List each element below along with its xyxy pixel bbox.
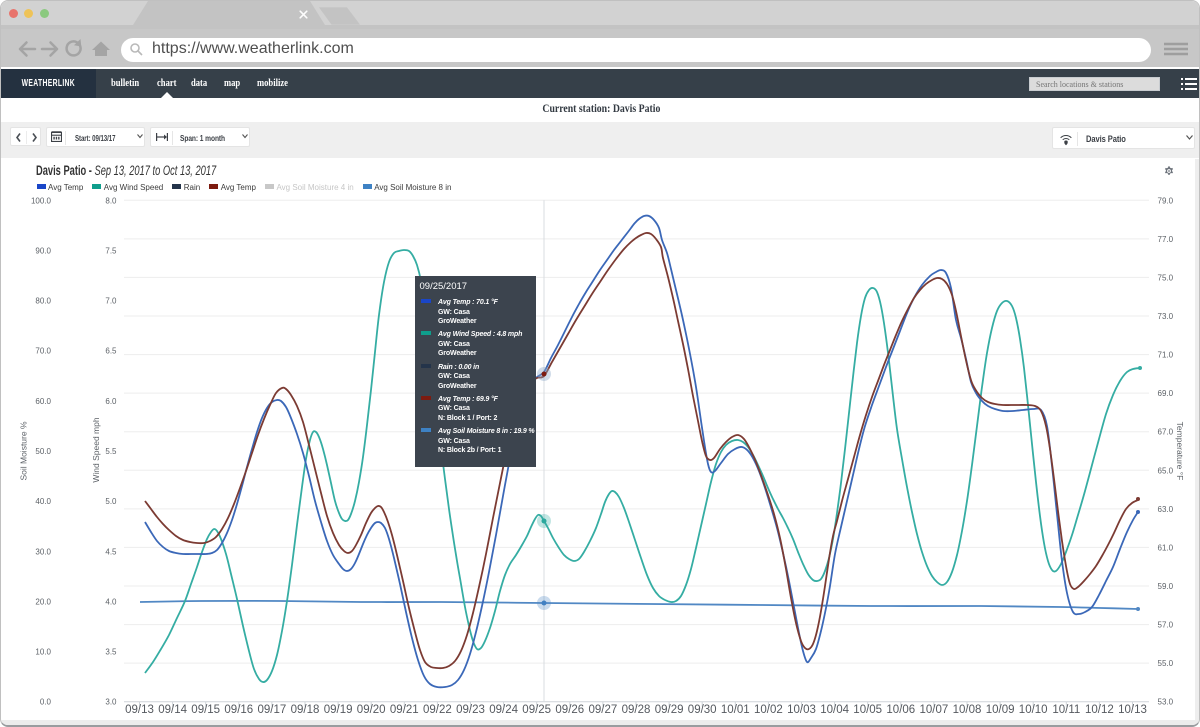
svg-text:5.5: 5.5 (105, 447, 117, 456)
svg-text:09/16: 09/16 (224, 704, 253, 716)
svg-text:7.5: 7.5 (105, 246, 117, 255)
svg-text:Temperature °F: Temperature °F (1175, 422, 1185, 481)
svg-text:61.0: 61.0 (1158, 543, 1174, 552)
svg-text:65.0: 65.0 (1158, 466, 1174, 475)
svg-text:10/04: 10/04 (820, 704, 849, 716)
svg-text:10/07: 10/07 (920, 704, 949, 716)
svg-text:10/03: 10/03 (787, 704, 816, 716)
svg-text:09/27: 09/27 (589, 704, 618, 716)
svg-text:10/12: 10/12 (1085, 704, 1114, 716)
svg-text:09/18: 09/18 (291, 704, 320, 716)
svg-text:10/13: 10/13 (1118, 704, 1147, 716)
svg-text:09/28: 09/28 (622, 704, 651, 716)
svg-text:4.0: 4.0 (105, 597, 117, 606)
svg-text:3.0: 3.0 (105, 698, 117, 707)
svg-text:59.0: 59.0 (1158, 582, 1174, 591)
svg-text:5.0: 5.0 (105, 497, 117, 506)
svg-text:30.0: 30.0 (35, 547, 51, 556)
svg-text:09/25: 09/25 (522, 704, 551, 716)
svg-text:4.5: 4.5 (105, 547, 117, 556)
svg-text:10/10: 10/10 (1019, 704, 1048, 716)
svg-text:10/06: 10/06 (886, 704, 915, 716)
svg-text:09/17: 09/17 (258, 704, 287, 716)
svg-text:09/24: 09/24 (489, 704, 518, 716)
svg-text:8.0: 8.0 (105, 196, 117, 205)
svg-text:7.0: 7.0 (105, 297, 117, 306)
svg-text:40.0: 40.0 (35, 497, 51, 506)
svg-text:09/15: 09/15 (191, 704, 220, 716)
svg-text:6.0: 6.0 (105, 397, 117, 406)
svg-text:10/01: 10/01 (721, 704, 750, 716)
svg-text:73.0: 73.0 (1158, 312, 1174, 321)
svg-text:10/08: 10/08 (953, 704, 982, 716)
svg-text:10.0: 10.0 (35, 648, 51, 657)
svg-text:20.0: 20.0 (35, 597, 51, 606)
svg-text:100.0: 100.0 (31, 196, 52, 205)
svg-text:10/02: 10/02 (754, 704, 783, 716)
svg-text:70.0: 70.0 (35, 347, 51, 356)
svg-text:09/22: 09/22 (423, 704, 452, 716)
svg-text:50.0: 50.0 (35, 447, 51, 456)
svg-text:80.0: 80.0 (35, 297, 51, 306)
svg-text:6.5: 6.5 (105, 347, 117, 356)
svg-text:90.0: 90.0 (35, 246, 51, 255)
svg-text:57.0: 57.0 (1158, 621, 1174, 630)
svg-text:3.5: 3.5 (105, 648, 117, 657)
svg-text:60.0: 60.0 (35, 397, 51, 406)
svg-text:10/09: 10/09 (986, 704, 1015, 716)
svg-text:69.0: 69.0 (1158, 389, 1174, 398)
svg-text:67.0: 67.0 (1158, 428, 1174, 437)
svg-text:09/30: 09/30 (688, 704, 717, 716)
svg-text:09/23: 09/23 (456, 704, 485, 716)
svg-text:79.0: 79.0 (1158, 196, 1174, 205)
svg-text:0.0: 0.0 (40, 698, 52, 707)
svg-text:55.0: 55.0 (1158, 659, 1174, 668)
svg-text:75.0: 75.0 (1158, 273, 1174, 282)
svg-text:71.0: 71.0 (1158, 351, 1174, 360)
svg-text:09/13: 09/13 (125, 704, 154, 716)
svg-text:09/21: 09/21 (390, 704, 419, 716)
svg-text:09/20: 09/20 (357, 704, 386, 716)
svg-text:77.0: 77.0 (1158, 235, 1174, 244)
svg-text:09/19: 09/19 (324, 704, 353, 716)
svg-text:63.0: 63.0 (1158, 505, 1174, 514)
svg-text:09/29: 09/29 (655, 704, 684, 716)
svg-text:Soil Moisture %: Soil Moisture % (19, 421, 29, 480)
svg-text:10/05: 10/05 (853, 704, 882, 716)
svg-text:09/26: 09/26 (555, 704, 584, 716)
svg-text:Wind Speed mph: Wind Speed mph (91, 417, 101, 482)
svg-text:53.0: 53.0 (1158, 698, 1174, 707)
svg-text:09/14: 09/14 (158, 704, 187, 716)
svg-text:10/11: 10/11 (1052, 704, 1080, 716)
